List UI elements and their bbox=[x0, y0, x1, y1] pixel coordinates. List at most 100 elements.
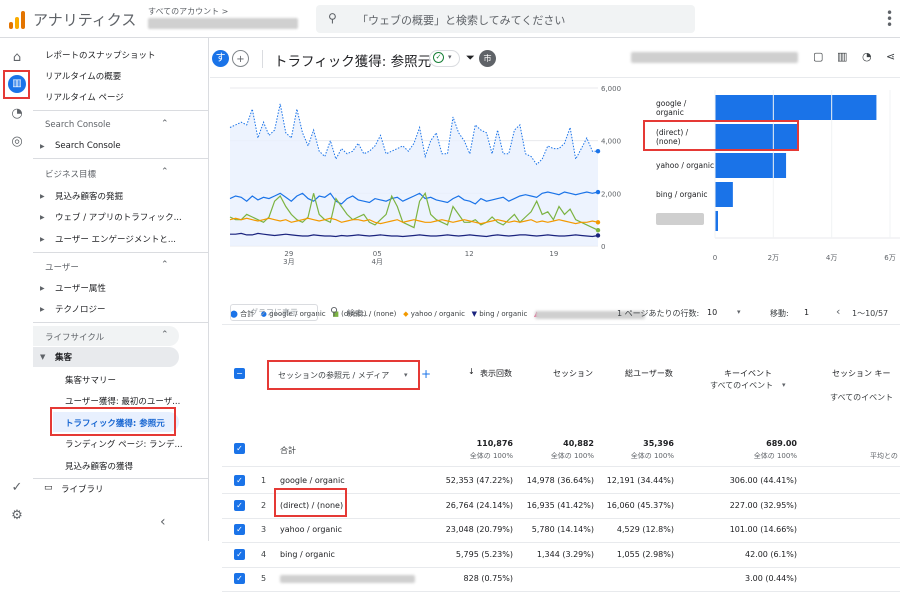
bar-x-tick: 2万 bbox=[768, 254, 779, 262]
row-checkbox[interactable]: ✓ bbox=[234, 475, 245, 486]
left-rail: ⌂ ▥ ◔ ◎ ✓ ⚙ bbox=[0, 38, 33, 541]
col-session-key[interactable]: セッション キー bbox=[832, 368, 891, 379]
col-views[interactable]: 表示回数 bbox=[480, 368, 512, 379]
explore-icon[interactable]: ◔ bbox=[7, 104, 27, 124]
folder-icon: ▭ bbox=[44, 483, 53, 493]
more-vert-icon[interactable]: • • • bbox=[886, 7, 893, 31]
date-range-blurred[interactable] bbox=[631, 52, 798, 63]
app-name[interactable]: アナリティクス bbox=[33, 9, 136, 30]
col-users[interactable]: 総ユーザー数 bbox=[625, 368, 673, 379]
row-checkbox[interactable]: ✓ bbox=[234, 524, 245, 535]
goto-input[interactable]: 1 bbox=[804, 308, 809, 317]
status-chip[interactable]: ✓ ▾ bbox=[429, 50, 460, 67]
sort-arrow-icon: ↓ bbox=[468, 367, 475, 376]
row-source-name[interactable]: yahoo / organic bbox=[280, 525, 342, 534]
search-box[interactable]: ⚲ 「ウェブの概要」と検索してみてください bbox=[316, 5, 695, 33]
nav-web-traffic[interactable]: ウェブ / アプリのトラフィック... bbox=[55, 211, 182, 223]
row-sessions: 16,935 (41.42%) bbox=[526, 500, 594, 510]
row-views: 23,048 (20.79%) bbox=[445, 525, 513, 534]
nav-lead-gen[interactable]: 見込み顧客の発掘 bbox=[55, 190, 123, 202]
add-dimension-icon[interactable]: + bbox=[421, 367, 431, 381]
nav-header-user[interactable]: ユーザー bbox=[45, 261, 79, 273]
nav-user-acq[interactable]: ユーザー獲得: 最初のユーザ... bbox=[65, 395, 180, 407]
x-tick-label: 19 bbox=[549, 250, 558, 258]
y-tick-label: 4,000 bbox=[601, 138, 621, 146]
table-search-input[interactable]: 検索... bbox=[347, 308, 371, 319]
bar-label-blurred bbox=[656, 213, 704, 225]
avatar[interactable]: す bbox=[212, 50, 229, 67]
nav-engagement[interactable]: ユーザー エンゲージメントと... bbox=[55, 233, 176, 245]
chevron-up-icon[interactable]: ⌃ bbox=[161, 330, 169, 340]
admin-check-icon[interactable]: ✓ bbox=[7, 478, 27, 498]
chevron-up-icon[interactable]: ⌃ bbox=[161, 167, 169, 177]
nav-technology[interactable]: テクノロジー bbox=[55, 303, 106, 315]
col-sessions[interactable]: セッション bbox=[553, 368, 593, 379]
row-checkbox[interactable]: ✓ bbox=[234, 573, 245, 584]
nav-snapshot[interactable]: レポートのスナップショット bbox=[45, 49, 156, 61]
nav-lead-acq[interactable]: 見込み顧客の獲得 bbox=[65, 460, 133, 472]
row-sessions: 14,978 (36.64%) bbox=[526, 476, 594, 485]
insights-icon[interactable]: ◔ bbox=[862, 50, 872, 63]
save-report-icon[interactable]: ▢ bbox=[813, 50, 823, 63]
row-checkbox[interactable]: ✓ bbox=[234, 499, 245, 511]
expand-arrow-icon: ▶ bbox=[40, 193, 45, 200]
divider bbox=[33, 478, 208, 479]
y-tick-label: 6,000 bbox=[601, 85, 621, 93]
nav-header-business[interactable]: ビジネス目標 bbox=[45, 168, 96, 180]
nav-acq-overview[interactable]: 集客サマリー bbox=[65, 374, 116, 386]
nav-header-search-console[interactable]: Search Console bbox=[45, 120, 111, 130]
row-source-name[interactable]: google / organic bbox=[280, 476, 345, 485]
bar bbox=[715, 95, 877, 120]
rows-per-page-select[interactable]: 10 bbox=[707, 308, 717, 317]
row-checkbox[interactable]: ✓ bbox=[234, 548, 245, 560]
nav-library[interactable]: ライブラリ bbox=[61, 483, 104, 495]
collapse-nav-button[interactable]: ‹ bbox=[160, 514, 166, 530]
bar-label: google / bbox=[656, 99, 687, 108]
nav-search-console[interactable]: Search Console bbox=[55, 141, 121, 151]
share-icon[interactable]: ⋖ bbox=[886, 50, 895, 63]
rows-per-page-label: 1 ページあたりの行数: bbox=[617, 309, 700, 318]
row-events: 306.00 (44.41%) bbox=[729, 476, 797, 485]
advertising-icon[interactable]: ◎ bbox=[7, 132, 27, 152]
row-index: 4 bbox=[261, 549, 267, 559]
plot-rows-button[interactable]: グラフに表示 bbox=[230, 304, 318, 321]
add-comparison-button[interactable]: + bbox=[232, 50, 249, 67]
customize-report-icon[interactable]: ▥ bbox=[837, 50, 847, 63]
chevron-up-icon[interactable]: ⌃ bbox=[161, 260, 169, 270]
chevron-down-icon[interactable]: ▾ bbox=[737, 308, 741, 316]
select-all-checkbox[interactable]: − bbox=[234, 368, 245, 379]
settings-gear-icon[interactable]: ⚙ bbox=[7, 506, 27, 526]
prev-page-icon[interactable]: ‹ bbox=[836, 305, 840, 318]
y-tick-label: 0 bbox=[601, 243, 605, 251]
analytics-logo-icon bbox=[9, 9, 25, 29]
nav-header-lifecycle[interactable]: ライフサイクル bbox=[45, 331, 104, 343]
account-label[interactable]: すべてのアカウント > bbox=[148, 6, 228, 17]
nav-landing-page[interactable]: ランディング ページ: ランデ... bbox=[65, 438, 183, 450]
row-source-name[interactable]: bing / organic bbox=[280, 550, 335, 559]
bar-label: yahoo / organic bbox=[656, 161, 714, 170]
divider bbox=[33, 322, 208, 323]
row-source-blurred[interactable] bbox=[280, 575, 415, 583]
nav-realtime-pages[interactable]: リアルタイム ページ bbox=[45, 91, 124, 103]
y-tick-label: 2,000 bbox=[601, 190, 621, 198]
nav-acquisition[interactable]: 集客 bbox=[55, 351, 72, 363]
divider bbox=[222, 466, 900, 467]
x-tick-label: 05 bbox=[373, 250, 382, 258]
row-index: 3 bbox=[261, 525, 267, 534]
session-key-filter[interactable]: すべてのイベント bbox=[830, 392, 893, 403]
nav-realtime-overview[interactable]: リアルタイムの概要 bbox=[45, 70, 121, 82]
top-bar: アナリティクス すべてのアカウント > ⚲ 「ウェブの概要」と検索してみてくださ… bbox=[0, 0, 900, 38]
account-name-blurred[interactable] bbox=[148, 18, 298, 29]
filter-chip[interactable]: 市 bbox=[479, 50, 496, 67]
chevron-down-icon[interactable]: ▾ bbox=[782, 381, 786, 389]
nav-demographics[interactable]: ユーザー属性 bbox=[55, 282, 106, 294]
col-key-events[interactable]: キーイベント bbox=[724, 368, 772, 379]
key-events-filter[interactable]: すべてのイベント bbox=[710, 380, 773, 391]
totals-checkbox[interactable]: ✓ bbox=[234, 443, 245, 454]
filter-icon[interactable]: ⏷ bbox=[466, 51, 475, 65]
divider bbox=[33, 110, 208, 111]
expand-arrow-icon: ▶ bbox=[40, 143, 45, 150]
total-area bbox=[230, 103, 598, 246]
chevron-up-icon[interactable]: ⌃ bbox=[161, 119, 169, 129]
home-icon[interactable]: ⌂ bbox=[7, 48, 27, 68]
